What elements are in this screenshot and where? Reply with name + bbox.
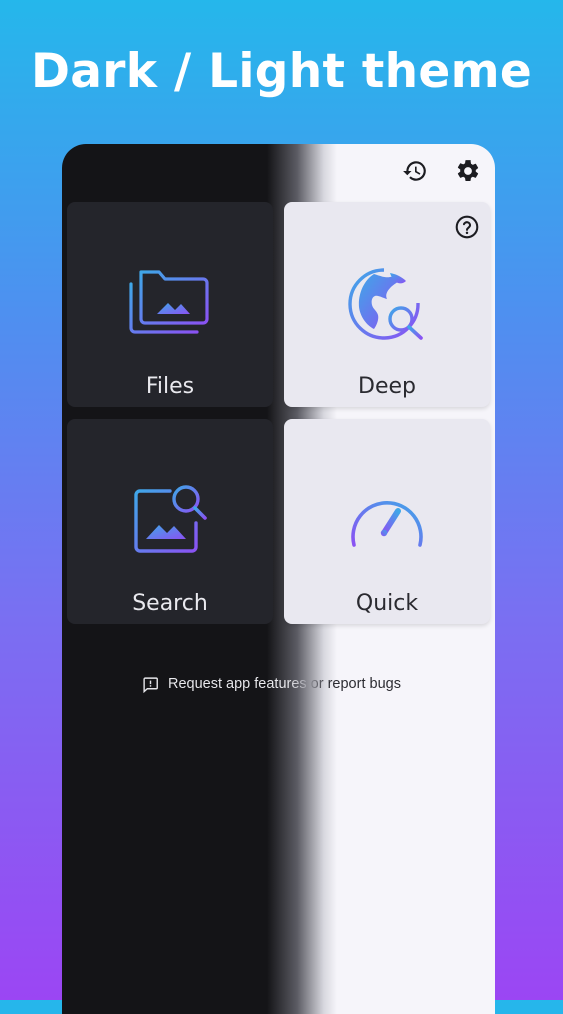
report-bugs-label: Request app features or report bugs [168, 676, 401, 692]
history-button[interactable] [400, 156, 430, 186]
settings-button[interactable] [453, 156, 483, 186]
image-search-icon [130, 481, 210, 562]
history-icon [403, 161, 426, 181]
tile-deep[interactable]: Deep [284, 202, 490, 407]
report-bugs-link[interactable]: Request app features or report bugs [142, 674, 401, 694]
tile-search[interactable]: Search [67, 419, 273, 624]
help-circle-icon [455, 215, 479, 239]
headline: Dark / Light theme [30, 44, 533, 99]
globe-search-icon [346, 266, 428, 347]
gear-icon [457, 160, 479, 181]
tile-files[interactable]: Files [67, 202, 273, 407]
tile-quick-label: Quick [355, 591, 419, 616]
app-screen: Files Deep Search Quick Request app feat… [62, 144, 495, 1014]
tile-quick[interactable]: Quick [284, 419, 490, 624]
help-button[interactable] [452, 212, 482, 242]
tile-files-label: Files [145, 374, 195, 399]
speedometer-icon [346, 489, 428, 558]
tile-search-label: Search [132, 591, 208, 616]
feedback-icon [143, 676, 158, 693]
tile-deep-label: Deep [358, 374, 416, 399]
folder-image-icon [125, 264, 215, 345]
